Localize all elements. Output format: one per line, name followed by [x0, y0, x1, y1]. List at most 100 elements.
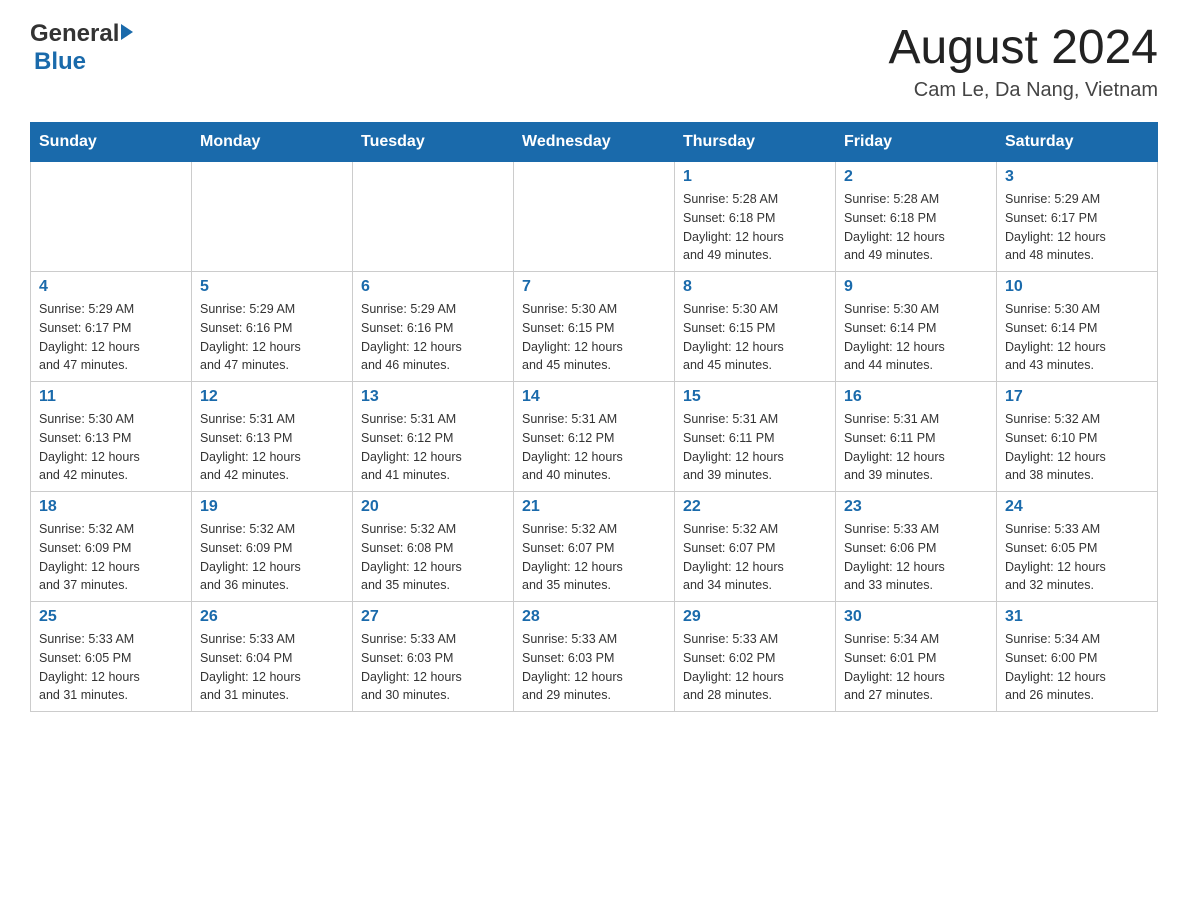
calendar-cell: 6 Sunrise: 5:29 AMSunset: 6:16 PMDaylight… — [353, 272, 514, 382]
logo-triangle-icon — [121, 24, 133, 40]
column-header-thursday: Thursday — [675, 123, 836, 162]
day-info: Sunrise: 5:34 AMSunset: 6:00 PMDaylight:… — [1005, 630, 1149, 705]
day-number: 7 — [522, 278, 666, 296]
day-number: 25 — [39, 608, 183, 626]
logo: General Blue — [30, 20, 133, 76]
calendar-cell — [31, 162, 192, 272]
calendar-cell: 16 Sunrise: 5:31 AMSunset: 6:11 PMDayligh… — [836, 382, 997, 492]
day-number: 24 — [1005, 498, 1149, 516]
calendar-cell: 11 Sunrise: 5:30 AMSunset: 6:13 PMDayligh… — [31, 382, 192, 492]
day-number: 28 — [522, 608, 666, 626]
day-number: 15 — [683, 388, 827, 406]
day-number: 2 — [844, 168, 988, 186]
day-info: Sunrise: 5:31 AMSunset: 6:13 PMDaylight:… — [200, 410, 344, 485]
day-number: 5 — [200, 278, 344, 296]
calendar-cell: 22 Sunrise: 5:32 AMSunset: 6:07 PMDayligh… — [675, 492, 836, 602]
day-info: Sunrise: 5:28 AMSunset: 6:18 PMDaylight:… — [683, 190, 827, 265]
day-info: Sunrise: 5:33 AMSunset: 6:06 PMDaylight:… — [844, 520, 988, 595]
day-info: Sunrise: 5:33 AMSunset: 6:04 PMDaylight:… — [200, 630, 344, 705]
column-header-sunday: Sunday — [31, 123, 192, 162]
calendar-cell — [514, 162, 675, 272]
calendar-table: SundayMondayTuesdayWednesdayThursdayFrid… — [30, 122, 1158, 712]
day-info: Sunrise: 5:32 AMSunset: 6:07 PMDaylight:… — [683, 520, 827, 595]
day-number: 1 — [683, 168, 827, 186]
calendar-cell: 29 Sunrise: 5:33 AMSunset: 6:02 PMDayligh… — [675, 602, 836, 712]
day-number: 18 — [39, 498, 183, 516]
day-info: Sunrise: 5:31 AMSunset: 6:12 PMDaylight:… — [522, 410, 666, 485]
week-row-2: 4 Sunrise: 5:29 AMSunset: 6:17 PMDaylight… — [31, 272, 1158, 382]
day-info: Sunrise: 5:33 AMSunset: 6:03 PMDaylight:… — [361, 630, 505, 705]
day-info: Sunrise: 5:32 AMSunset: 6:07 PMDaylight:… — [522, 520, 666, 595]
calendar-cell: 10 Sunrise: 5:30 AMSunset: 6:14 PMDayligh… — [997, 272, 1158, 382]
day-number: 11 — [39, 388, 183, 406]
location-subtitle: Cam Le, Da Nang, Vietnam — [888, 79, 1158, 102]
day-number: 4 — [39, 278, 183, 296]
day-number: 23 — [844, 498, 988, 516]
day-number: 19 — [200, 498, 344, 516]
day-info: Sunrise: 5:33 AMSunset: 6:03 PMDaylight:… — [522, 630, 666, 705]
calendar-cell: 1 Sunrise: 5:28 AMSunset: 6:18 PMDaylight… — [675, 162, 836, 272]
calendar-cell: 20Sunrise: 5:32 AMSunset: 6:08 PMDayligh… — [353, 492, 514, 602]
day-number: 13 — [361, 388, 505, 406]
calendar-cell: 9Sunrise: 5:30 AMSunset: 6:14 PMDaylight… — [836, 272, 997, 382]
calendar-cell: 2 Sunrise: 5:28 AMSunset: 6:18 PMDaylight… — [836, 162, 997, 272]
calendar-cell: 14 Sunrise: 5:31 AMSunset: 6:12 PMDayligh… — [514, 382, 675, 492]
calendar-header-row: SundayMondayTuesdayWednesdayThursdayFrid… — [31, 123, 1158, 162]
day-info: Sunrise: 5:33 AMSunset: 6:02 PMDaylight:… — [683, 630, 827, 705]
week-row-5: 25 Sunrise: 5:33 AMSunset: 6:05 PMDayligh… — [31, 602, 1158, 712]
day-info: Sunrise: 5:33 AMSunset: 6:05 PMDaylight:… — [39, 630, 183, 705]
column-header-wednesday: Wednesday — [514, 123, 675, 162]
day-number: 21 — [522, 498, 666, 516]
calendar-cell: 13 Sunrise: 5:31 AMSunset: 6:12 PMDayligh… — [353, 382, 514, 492]
logo-blue: Blue — [34, 48, 86, 76]
column-header-friday: Friday — [836, 123, 997, 162]
day-info: Sunrise: 5:29 AMSunset: 6:17 PMDaylight:… — [39, 300, 183, 375]
calendar-cell: 21 Sunrise: 5:32 AMSunset: 6:07 PMDayligh… — [514, 492, 675, 602]
calendar-cell: 30Sunrise: 5:34 AMSunset: 6:01 PMDayligh… — [836, 602, 997, 712]
day-info: Sunrise: 5:29 AMSunset: 6:17 PMDaylight:… — [1005, 190, 1149, 265]
calendar-cell: 28 Sunrise: 5:33 AMSunset: 6:03 PMDayligh… — [514, 602, 675, 712]
calendar-cell: 26 Sunrise: 5:33 AMSunset: 6:04 PMDayligh… — [192, 602, 353, 712]
calendar-cell: 15 Sunrise: 5:31 AMSunset: 6:11 PMDayligh… — [675, 382, 836, 492]
day-number: 6 — [361, 278, 505, 296]
calendar-cell: 3 Sunrise: 5:29 AMSunset: 6:17 PMDaylight… — [997, 162, 1158, 272]
day-info: Sunrise: 5:31 AMSunset: 6:11 PMDaylight:… — [683, 410, 827, 485]
day-number: 12 — [200, 388, 344, 406]
week-row-4: 18 Sunrise: 5:32 AMSunset: 6:09 PMDayligh… — [31, 492, 1158, 602]
calendar-cell: 19Sunrise: 5:32 AMSunset: 6:09 PMDayligh… — [192, 492, 353, 602]
day-info: Sunrise: 5:29 AMSunset: 6:16 PMDaylight:… — [200, 300, 344, 375]
day-number: 14 — [522, 388, 666, 406]
day-number: 16 — [844, 388, 988, 406]
title-area: August 2024 Cam Le, Da Nang, Vietnam — [888, 20, 1158, 102]
calendar-cell: 12 Sunrise: 5:31 AMSunset: 6:13 PMDayligh… — [192, 382, 353, 492]
day-info: Sunrise: 5:31 AMSunset: 6:11 PMDaylight:… — [844, 410, 988, 485]
day-info: Sunrise: 5:30 AMSunset: 6:15 PMDaylight:… — [683, 300, 827, 375]
day-info: Sunrise: 5:30 AMSunset: 6:15 PMDaylight:… — [522, 300, 666, 375]
day-number: 26 — [200, 608, 344, 626]
day-info: Sunrise: 5:32 AMSunset: 6:08 PMDaylight:… — [361, 520, 505, 595]
calendar-cell: 18 Sunrise: 5:32 AMSunset: 6:09 PMDayligh… — [31, 492, 192, 602]
column-header-tuesday: Tuesday — [353, 123, 514, 162]
month-title: August 2024 — [888, 20, 1158, 75]
column-header-monday: Monday — [192, 123, 353, 162]
calendar-cell: 31Sunrise: 5:34 AMSunset: 6:00 PMDayligh… — [997, 602, 1158, 712]
day-info: Sunrise: 5:30 AMSunset: 6:14 PMDaylight:… — [1005, 300, 1149, 375]
day-number: 22 — [683, 498, 827, 516]
calendar-cell: 24Sunrise: 5:33 AMSunset: 6:05 PMDayligh… — [997, 492, 1158, 602]
calendar-cell: 8Sunrise: 5:30 AMSunset: 6:15 PMDaylight… — [675, 272, 836, 382]
calendar-cell: 4 Sunrise: 5:29 AMSunset: 6:17 PMDaylight… — [31, 272, 192, 382]
calendar-cell: 7 Sunrise: 5:30 AMSunset: 6:15 PMDaylight… — [514, 272, 675, 382]
day-number: 3 — [1005, 168, 1149, 186]
day-info: Sunrise: 5:32 AMSunset: 6:09 PMDaylight:… — [39, 520, 183, 595]
calendar-cell: 5 Sunrise: 5:29 AMSunset: 6:16 PMDaylight… — [192, 272, 353, 382]
day-number: 10 — [1005, 278, 1149, 296]
day-info: Sunrise: 5:31 AMSunset: 6:12 PMDaylight:… — [361, 410, 505, 485]
week-row-3: 11 Sunrise: 5:30 AMSunset: 6:13 PMDayligh… — [31, 382, 1158, 492]
calendar-cell: 25 Sunrise: 5:33 AMSunset: 6:05 PMDayligh… — [31, 602, 192, 712]
day-number: 29 — [683, 608, 827, 626]
day-number: 30 — [844, 608, 988, 626]
day-info: Sunrise: 5:30 AMSunset: 6:13 PMDaylight:… — [39, 410, 183, 485]
calendar-cell — [192, 162, 353, 272]
day-info: Sunrise: 5:29 AMSunset: 6:16 PMDaylight:… — [361, 300, 505, 375]
day-info: Sunrise: 5:28 AMSunset: 6:18 PMDaylight:… — [844, 190, 988, 265]
